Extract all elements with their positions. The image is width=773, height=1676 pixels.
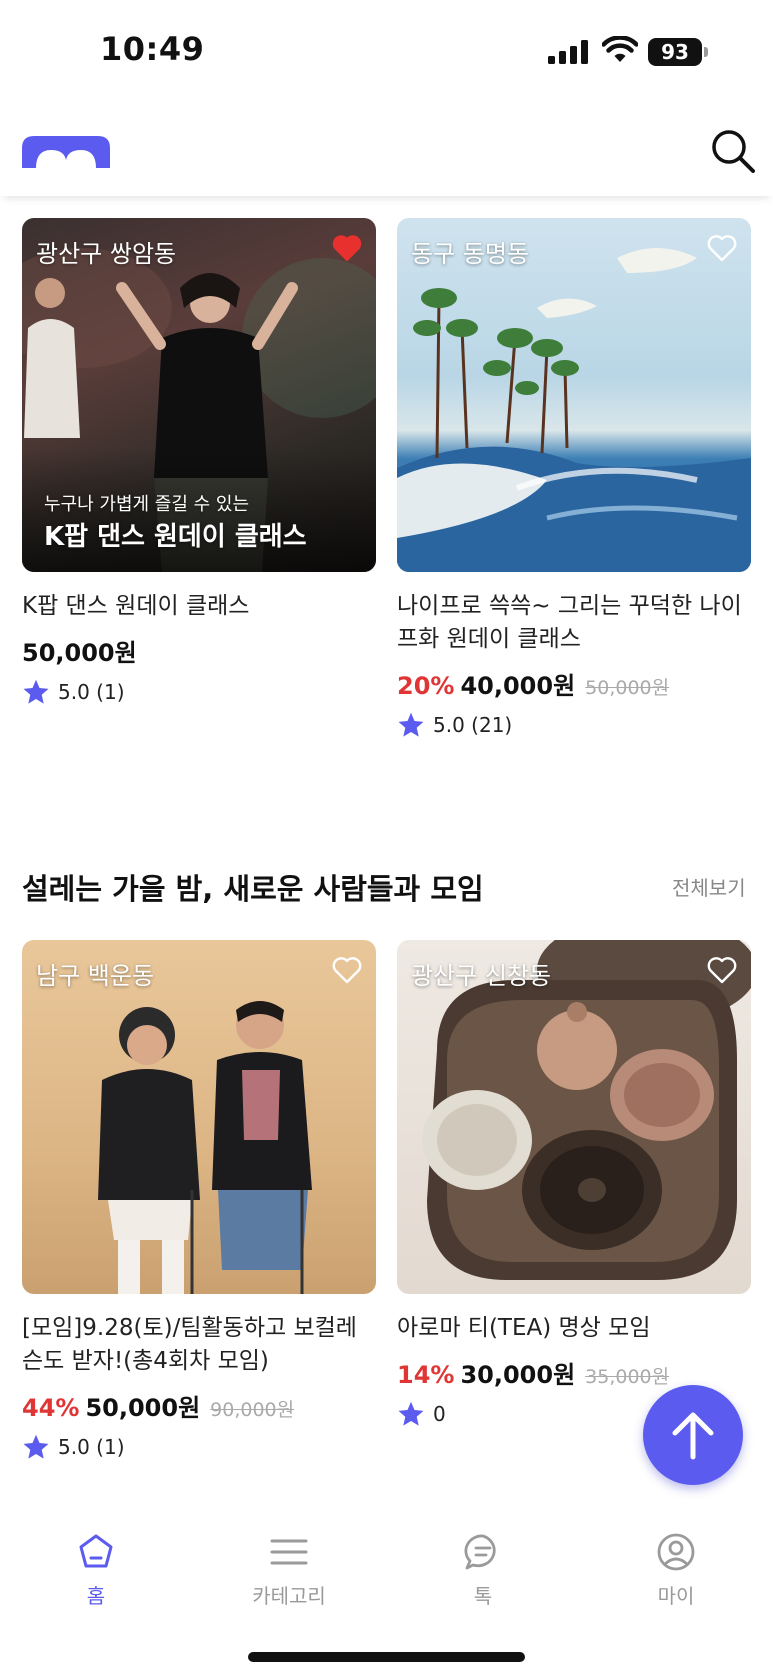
tab-label: 톡 xyxy=(473,1584,493,1608)
card-location: 광산구 쌍암동 xyxy=(36,240,177,268)
star-icon xyxy=(23,1434,49,1459)
tab-label: 홈 xyxy=(86,1584,106,1608)
rating-text: 5.0 (21) xyxy=(433,713,513,737)
overlay-title: K팝 댄스 원데이 클래스 xyxy=(44,522,307,552)
card-title[interactable]: K팝 댄스 원데이 클래스 xyxy=(22,590,376,623)
price: 50,000원 xyxy=(85,1394,201,1422)
knife-painting-photo xyxy=(397,248,751,572)
price: 40,000원 xyxy=(460,672,576,700)
heart-outline-icon[interactable] xyxy=(332,956,362,984)
cellular-signal-icon xyxy=(548,40,588,64)
tab-home[interactable]: 홈 xyxy=(36,1532,156,1609)
tab-my[interactable]: 마이 xyxy=(616,1532,736,1609)
product-image[interactable]: 남구 백운동 xyxy=(22,940,376,1294)
tab-label: 카테고리 xyxy=(252,1584,326,1608)
product-card[interactable]: 광산구 쌍암동 누구나 가볍게 즐길 수 있는 K팝 댄스 원데이 클래스 K팝… xyxy=(22,218,376,706)
rating-row: 5.0 (1) xyxy=(22,678,376,706)
profile-icon xyxy=(657,1533,695,1571)
card-location: 광산구 신창동 xyxy=(411,962,552,990)
battery-tip xyxy=(704,47,708,57)
card-title[interactable]: 나이프로 쓱쓱~ 그리는 꾸덕한 나이프화 원데이 클래스 xyxy=(397,590,751,656)
discount-rate: 20% xyxy=(397,672,455,700)
rating-text: 5.0 (1) xyxy=(58,1435,125,1459)
product-card[interactable]: 동구 동명동 나이프로 쓱쓱~ 그리는 꾸덕한 나이프화 원데이 클래스 20%… xyxy=(397,218,751,739)
discount-rate: 14% xyxy=(397,1361,455,1389)
rating-text: 5.0 (1) xyxy=(58,680,125,704)
price-row: 44% 50,000원 90,000원 xyxy=(22,1388,376,1423)
price-row: 50,000원 xyxy=(22,633,376,668)
card-title[interactable]: 아로마 티(TEA) 명상 모임 xyxy=(397,1312,751,1345)
section-title: 설레는 가을 밤, 새로운 사람들과 모임 xyxy=(22,872,484,906)
search-icon[interactable] xyxy=(710,128,756,174)
app-header xyxy=(0,100,773,196)
product-image[interactable]: 광산구 신창동 xyxy=(397,940,751,1294)
rating-row: 5.0 (21) xyxy=(397,711,751,739)
menu-icon xyxy=(270,1539,308,1565)
heart-filled-icon[interactable] xyxy=(332,234,362,262)
product-image[interactable]: 동구 동명동 xyxy=(397,218,751,572)
home-indicator xyxy=(248,1652,525,1662)
battery-indicator: 93 xyxy=(648,38,708,66)
status-time: 10:49 xyxy=(100,30,205,68)
wifi-icon xyxy=(602,36,638,62)
star-icon xyxy=(23,679,49,704)
price: 50,000원 xyxy=(22,639,137,667)
heart-outline-icon[interactable] xyxy=(707,234,737,262)
star-icon xyxy=(398,712,424,737)
original-price: 50,000원 xyxy=(585,677,670,699)
rating-text: 0 xyxy=(433,1402,446,1426)
vocal-meetup-photo xyxy=(98,1001,312,1294)
tea-set-photo xyxy=(422,940,751,1280)
battery-level: 93 xyxy=(648,38,702,66)
price-row: 20% 40,000원 50,000원 xyxy=(397,666,751,701)
home-icon xyxy=(79,1534,113,1568)
star-icon xyxy=(398,1401,424,1426)
status-bar: 10:49 93 xyxy=(0,0,773,100)
see-all-link[interactable]: 전체보기 xyxy=(672,872,746,901)
product-card[interactable]: 광산구 신창동 아로마 티(TEA) 명상 모임 14% 30,000원 35,… xyxy=(397,940,751,1428)
tab-label: 마이 xyxy=(657,1584,695,1608)
tab-category[interactable]: 카테고리 xyxy=(229,1532,349,1609)
price: 30,000원 xyxy=(460,1361,576,1389)
discount-rate: 44% xyxy=(22,1394,80,1422)
card-title[interactable]: [모임]9.28(토)/팀활동하고 보컬레슨도 받자!(총4회차 모임) xyxy=(22,1312,376,1378)
app-logo[interactable] xyxy=(22,136,110,168)
card-location: 동구 동명동 xyxy=(411,240,530,268)
rating-row: 5.0 (1) xyxy=(22,1433,376,1461)
product-image[interactable]: 광산구 쌍암동 누구나 가볍게 즐길 수 있는 K팝 댄스 원데이 클래스 xyxy=(22,218,376,572)
heart-outline-icon[interactable] xyxy=(707,956,737,984)
arrow-up-icon xyxy=(672,1412,714,1460)
scroll-to-top-button[interactable] xyxy=(643,1385,743,1485)
overlay-subtitle: 누구나 가볍게 즐길 수 있는 xyxy=(44,494,250,515)
card-location: 남구 백운동 xyxy=(36,962,155,990)
original-price: 90,000원 xyxy=(210,1399,295,1421)
chat-icon xyxy=(464,1534,496,1570)
product-card[interactable]: 남구 백운동 [모임]9.28(토)/팀활동하고 보컬레슨도 받자!(총4회차 … xyxy=(22,940,376,1461)
tab-talk[interactable]: 톡 xyxy=(423,1532,543,1609)
original-price: 35,000원 xyxy=(585,1366,670,1388)
